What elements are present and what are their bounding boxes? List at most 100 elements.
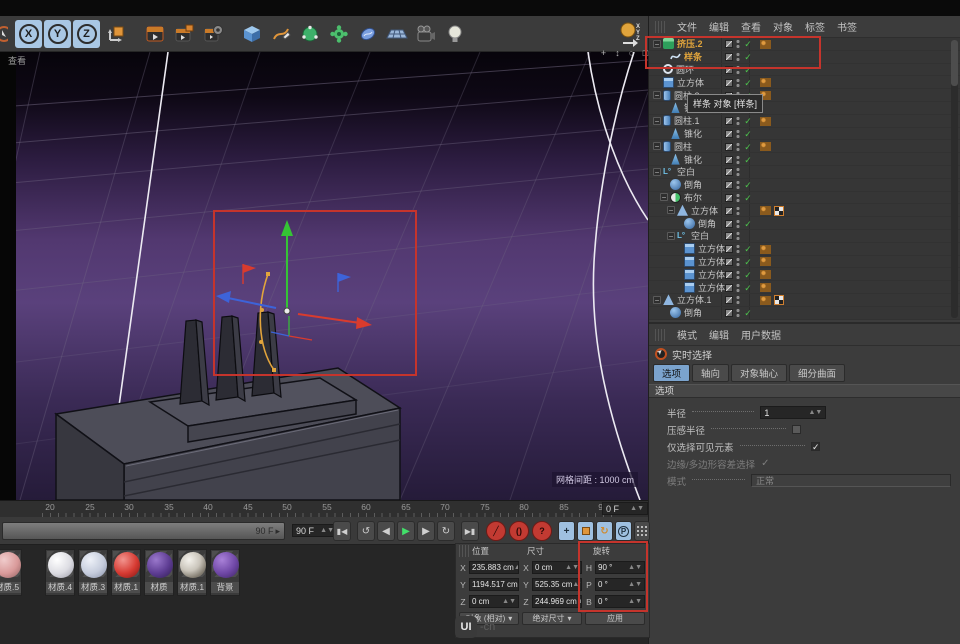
collapse-toggle[interactable]: − (667, 232, 675, 240)
tree-row-taper[interactable]: 锥化 ✓ (649, 128, 960, 141)
zoom-icon[interactable]: ↕ (612, 48, 623, 59)
enable-check[interactable]: ✓ (743, 243, 753, 255)
phong-tag-icon[interactable] (760, 296, 771, 305)
tab-object-axis[interactable]: 对象轴心 (731, 364, 787, 382)
phong-tag-icon[interactable] (760, 78, 771, 87)
layer-chip[interactable] (725, 40, 733, 48)
spline-pen-button[interactable] (267, 20, 294, 48)
layer-chip[interactable] (725, 130, 733, 138)
tree-row-cube5[interactable]: 立方体.5 ✓ (649, 243, 960, 256)
record-position-toggle[interactable]: + (558, 521, 575, 541)
rotation-b-input[interactable]: 0 °▲▼ (595, 595, 645, 608)
rotation-p-input[interactable]: 0 °▲▼ (595, 578, 645, 591)
record-keyframe-button[interactable]: ╱ (486, 521, 506, 541)
pan-icon[interactable]: + (598, 48, 609, 59)
layer-chip[interactable] (725, 271, 733, 279)
phong-tag-icon[interactable] (760, 283, 771, 292)
scrubber-handle-icon[interactable]: ▸ (275, 526, 280, 537)
mode-dropdown[interactable]: 正常 (751, 474, 951, 487)
enable-check[interactable]: ✓ (743, 154, 753, 166)
position-x-input[interactable]: 235.883 cm▲▼ (469, 561, 519, 574)
visibility-dots[interactable] (736, 52, 740, 62)
visibility-dots[interactable] (736, 65, 740, 75)
rotation-h-input[interactable]: 90 °▲▼ (595, 561, 645, 574)
visibility-dots[interactable] (736, 231, 740, 241)
layer-chip[interactable] (725, 53, 733, 61)
panel-grip-icon[interactable] (655, 21, 665, 33)
layer-chip[interactable] (725, 245, 733, 253)
camera-button[interactable] (412, 20, 439, 48)
tree-row-cube3[interactable]: 立方体.3 ✓ (649, 268, 960, 281)
visibility-dots[interactable] (736, 244, 740, 254)
play-button[interactable]: ▶ (397, 521, 415, 541)
stepper-icon[interactable]: ▲▼ (320, 527, 334, 534)
visibility-dots[interactable] (736, 142, 740, 152)
loop-button[interactable]: ↻ (437, 521, 455, 541)
layer-chip[interactable] (725, 156, 733, 164)
menu-mode[interactable]: 模式 (677, 327, 697, 342)
enable-check[interactable]: ✓ (743, 192, 753, 204)
tab-subdivision[interactable]: 细分曲面 (789, 364, 845, 382)
enable-check[interactable]: ✓ (743, 256, 753, 268)
layer-chip[interactable] (725, 143, 733, 151)
tree-row-extrude[interactable]: − 挤压.2 ✓ (649, 38, 960, 51)
enable-check[interactable]: ✓ (743, 218, 753, 230)
primitive-cube-button[interactable] (238, 20, 265, 48)
autokeying-button[interactable]: () (509, 521, 529, 541)
visibility-dots[interactable] (736, 155, 740, 165)
menu-tags[interactable]: 标签 (805, 19, 825, 34)
visibility-dots[interactable] (736, 295, 740, 305)
tab-options[interactable]: 选项 (653, 364, 690, 382)
phong-tag-icon[interactable] (760, 270, 771, 279)
viewport-3d[interactable] (0, 52, 648, 500)
visible-only-checkbox[interactable]: ✓ (811, 442, 820, 451)
position-z-input[interactable]: 0 cm▲▼ (469, 595, 519, 608)
tree-row-bevel[interactable]: 倒角 ✓ (649, 217, 960, 230)
lock-y-axis-button[interactable]: Y (44, 20, 71, 48)
menu-object[interactable]: 对象 (773, 19, 793, 34)
enable-check[interactable]: ✓ (743, 64, 753, 76)
rotate-icon[interactable]: ○ (626, 48, 637, 59)
phong-tag-icon[interactable] (760, 142, 771, 151)
current-frame-field[interactable]: 90 F▲▼ (292, 524, 338, 537)
menu-edit[interactable]: 编辑 (709, 327, 729, 342)
collapse-toggle[interactable]: − (660, 193, 668, 201)
tree-row-bevel[interactable]: 倒角 ✓ (649, 307, 960, 320)
visibility-dots[interactable] (736, 78, 740, 88)
phong-tag-icon[interactable] (760, 245, 771, 254)
tree-row-cube2[interactable]: 立方体.2 ✓ (649, 281, 960, 294)
layer-chip[interactable] (725, 220, 733, 228)
layer-chip[interactable] (725, 181, 733, 189)
menu-file[interactable]: 文件 (677, 19, 697, 34)
enable-check[interactable]: ✓ (743, 269, 753, 281)
tree-row-null[interactable]: − 空白 ✓ (649, 166, 960, 179)
menu-bookmarks[interactable]: 书签 (837, 19, 857, 34)
panel-grip-icon[interactable] (459, 545, 469, 557)
enable-check[interactable]: ✓ (743, 282, 753, 294)
visibility-dots[interactable] (736, 129, 740, 139)
size-x-input[interactable]: 0 cm▲▼ (532, 561, 582, 574)
menu-edit[interactable]: 编辑 (709, 19, 729, 34)
axis-globe-icon[interactable]: XYZ (617, 20, 644, 48)
collapse-toggle[interactable]: − (653, 117, 661, 125)
material-swatch[interactable]: 材质.5 (0, 549, 22, 596)
enable-check[interactable]: ✓ (743, 141, 753, 153)
texture-tag-icon[interactable] (774, 206, 784, 216)
tree-row-circle[interactable]: 圆环 ✓ (649, 64, 960, 77)
tab-axis[interactable]: 轴向 (692, 364, 729, 382)
goto-end-button[interactable]: ▶▮ (461, 521, 479, 541)
radius-input[interactable]: 1▲▼ (760, 406, 826, 419)
material-swatch[interactable]: 背景 (210, 549, 240, 596)
visibility-dots[interactable] (736, 116, 740, 126)
tree-row-cube[interactable]: 立方体 ✓ (649, 76, 960, 89)
field-button[interactable] (354, 20, 381, 48)
enable-check[interactable]: ✓ (743, 179, 753, 191)
visibility-dots[interactable] (736, 180, 740, 190)
tree-row-cube1-poly[interactable]: − 立方体.1 ✓ (649, 294, 960, 307)
tree-row-cylinder[interactable]: − 圆柱 ✓ (649, 140, 960, 153)
prev-frame-button[interactable]: ◀ (377, 521, 395, 541)
visibility-dots[interactable] (736, 283, 740, 293)
phong-tag-icon[interactable] (760, 257, 771, 266)
collapse-toggle[interactable]: − (653, 91, 661, 99)
lock-z-axis-button[interactable]: Z (73, 20, 100, 48)
